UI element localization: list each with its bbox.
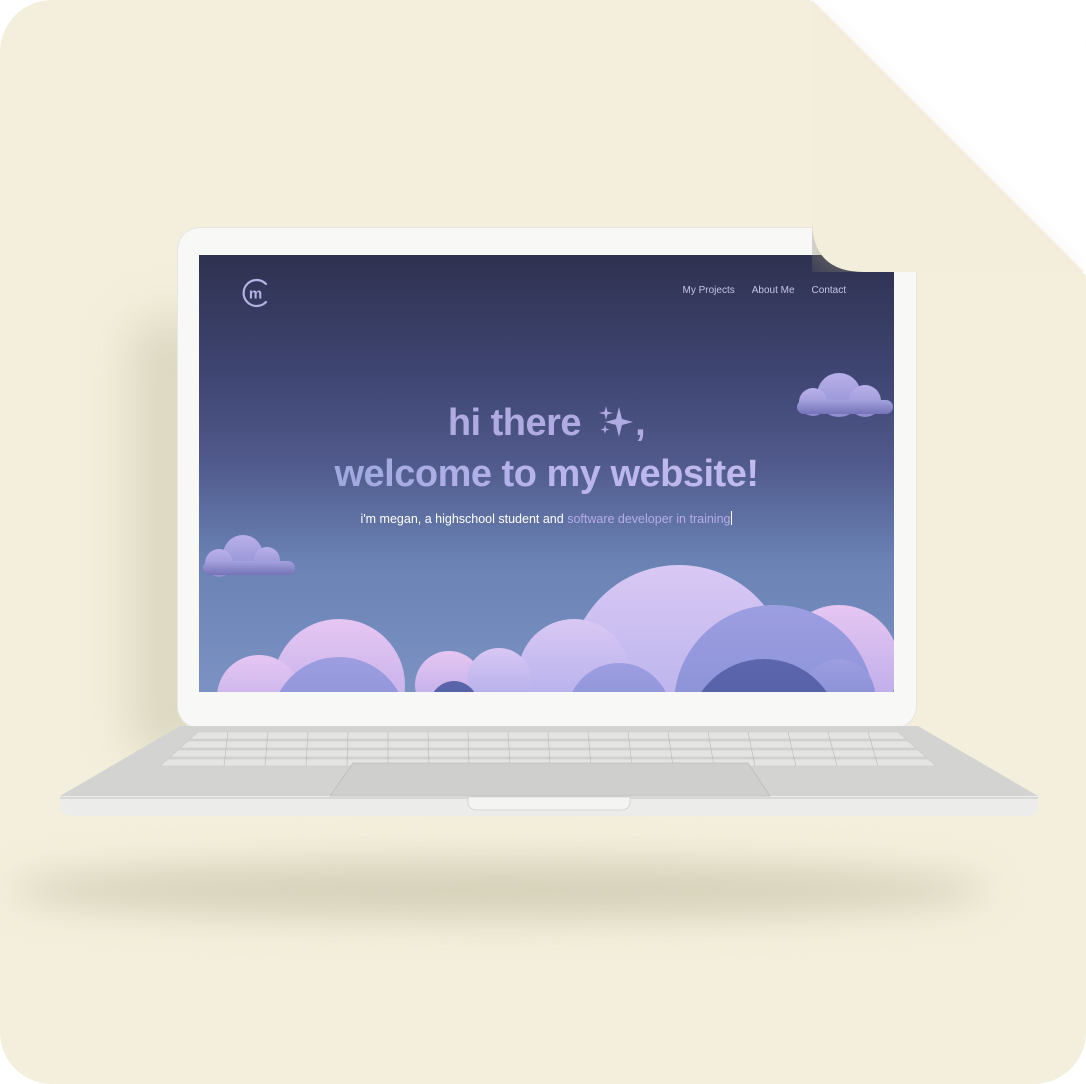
hero-greeting: hi there , — [199, 402, 894, 445]
laptop-screen: m My Projects About Me Contact hi there … — [199, 255, 894, 692]
hero-welcome: welcome to my website! — [199, 453, 894, 496]
hero-tagline: i'm megan, a highschool student and soft… — [199, 511, 894, 526]
laptop-floor-shadow — [10, 860, 990, 920]
typing-caret — [731, 511, 733, 525]
nav-about-me[interactable]: About Me — [752, 285, 795, 296]
hero-greeting-text: hi there — [447, 402, 582, 444]
nav-contact[interactable]: Contact — [812, 285, 846, 296]
logo-icon[interactable]: m — [239, 277, 271, 309]
hero-comma: , — [635, 402, 646, 444]
small-cloud-left — [203, 535, 295, 577]
trackpad[interactable] — [329, 762, 771, 797]
cloud-bank — [217, 565, 894, 692]
laptop-base — [60, 726, 1038, 816]
top-nav: My Projects About Me Contact — [682, 285, 846, 296]
background-card: m My Projects About Me Contact hi there … — [0, 0, 1086, 1084]
sparkle-icon — [599, 406, 634, 437]
svg-text:m: m — [249, 286, 262, 303]
page-fold-icon — [812, 0, 1084, 272]
tagline-text: i'm megan, a highschool student and — [360, 512, 568, 526]
tagline-highlight: software developer in training — [567, 512, 731, 526]
nav-my-projects[interactable]: My Projects — [682, 285, 734, 296]
laptop-notch — [467, 796, 631, 811]
